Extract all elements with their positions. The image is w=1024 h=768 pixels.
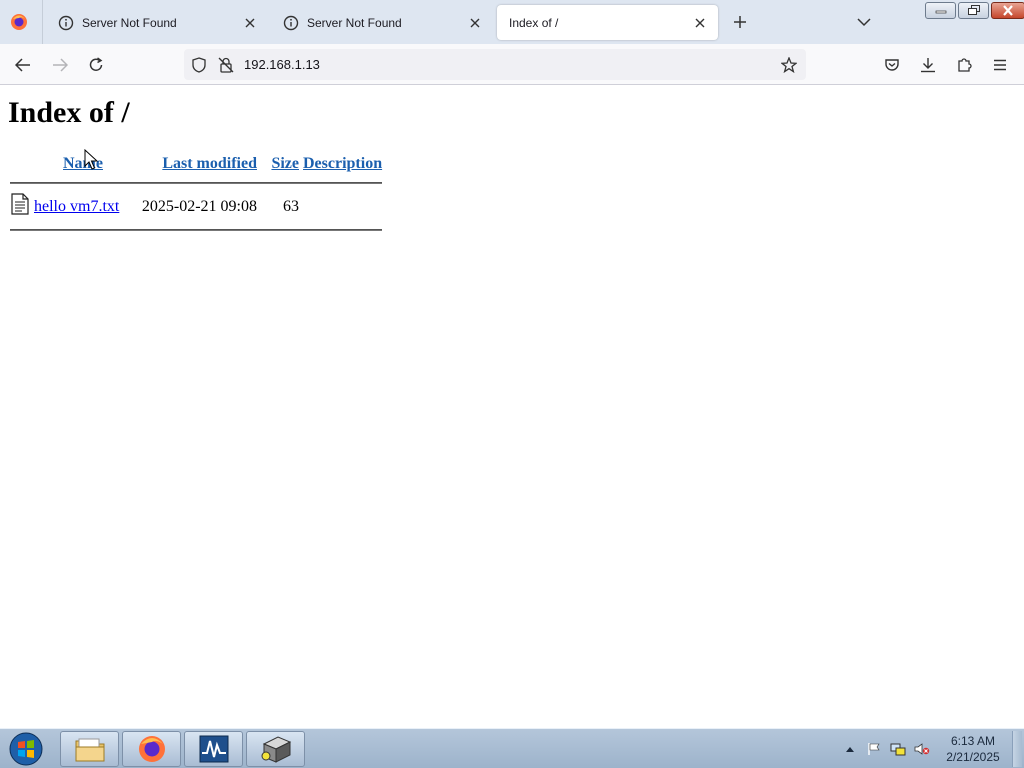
chevron-up-icon — [846, 747, 854, 752]
restore-button[interactable] — [958, 2, 989, 19]
plus-icon — [734, 16, 746, 28]
start-button[interactable] — [6, 731, 46, 767]
horizontal-rule — [10, 229, 383, 231]
close-icon[interactable] — [242, 15, 258, 31]
url-bar[interactable]: 192.168.1.13 — [184, 49, 806, 80]
tab-server-not-found-1[interactable]: Server Not Found — [46, 5, 268, 40]
activity-monitor-icon — [199, 735, 228, 763]
bookmark-star-icon[interactable] — [780, 56, 798, 74]
taskbar-disk-tool[interactable] — [246, 731, 305, 767]
firefox-icon[interactable] — [7, 10, 31, 34]
action-center-flag-icon[interactable] — [866, 741, 882, 757]
forward-button[interactable] — [47, 52, 73, 78]
taskbar-firefox[interactable] — [122, 731, 181, 767]
window-controls — [925, 2, 1024, 20]
icon-column-header — [8, 152, 32, 176]
info-icon — [58, 15, 74, 31]
size-column-header: Size — [259, 152, 301, 176]
file-link[interactable]: hello vm7.txt — [34, 198, 119, 215]
volume-muted-icon[interactable] — [914, 741, 930, 757]
taskbar: 6:13 AM 2/21/2025 — [0, 728, 1024, 768]
show-desktop-button[interactable] — [1012, 731, 1022, 767]
tab-strip: Server Not Found Server Not Found Index … — [0, 0, 1024, 44]
shield-icon[interactable] — [190, 56, 208, 74]
clock-time: 6:13 AM — [950, 734, 996, 748]
pocket-icon — [885, 59, 899, 71]
name-column-header: Name — [32, 152, 134, 176]
new-tab-button[interactable] — [728, 10, 752, 34]
taskbar-file-explorer[interactable] — [60, 731, 119, 767]
file-explorer-icon — [75, 738, 104, 762]
close-window-button[interactable] — [991, 2, 1024, 19]
table-header-row: Name Last modified Size Description — [8, 152, 384, 176]
directory-listing-table: Name Last modified Size Description hell… — [8, 152, 384, 237]
clock-date: 2/21/2025 — [946, 750, 1000, 764]
tab-separator — [42, 0, 43, 44]
footer-divider-row — [8, 223, 384, 237]
back-button[interactable] — [10, 52, 36, 78]
page-title: Index of / — [8, 96, 130, 129]
tab-server-not-found-2[interactable]: Server Not Found — [271, 5, 493, 40]
downloads-button[interactable] — [915, 52, 941, 78]
extensions-button[interactable] — [951, 52, 977, 78]
header-divider-row — [8, 176, 384, 190]
sort-by-description-link[interactable]: Description — [303, 155, 382, 172]
close-icon[interactable] — [467, 15, 483, 31]
sort-by-size-link[interactable]: Size — [271, 155, 299, 172]
tab-title: Server Not Found — [82, 15, 177, 30]
download-icon — [921, 58, 935, 73]
close-icon[interactable] — [692, 15, 708, 31]
reload-icon — [89, 57, 103, 71]
file-name-cell: hello vm7.txt — [32, 190, 134, 223]
horizontal-rule — [10, 182, 383, 184]
page-content: Index of / Name Last modified Size Descr… — [0, 86, 1024, 728]
system-tray — [842, 735, 930, 763]
show-hidden-icons-button[interactable] — [842, 741, 858, 757]
system-clock[interactable]: 6:13 AM 2/21/2025 — [940, 733, 1006, 765]
minimize-button[interactable] — [925, 2, 956, 19]
close-icon — [1003, 5, 1013, 16]
info-icon — [283, 15, 299, 31]
back-arrow-icon — [15, 58, 30, 72]
forward-arrow-icon — [53, 58, 68, 72]
reload-button[interactable] — [83, 52, 109, 78]
hamburger-menu-icon — [994, 59, 1006, 71]
tab-title: Index of / — [509, 15, 559, 30]
network-icon[interactable] — [890, 741, 906, 757]
sort-by-last-modified-link[interactable]: Last modified — [162, 155, 257, 172]
list-all-tabs-button[interactable] — [852, 10, 876, 34]
file-size: 63 — [283, 197, 299, 215]
tab-title: Server Not Found — [307, 15, 402, 30]
url-text: 192.168.1.13 — [244, 57, 320, 72]
pocket-button[interactable] — [879, 52, 905, 78]
mouse-pointer-icon — [84, 149, 98, 170]
file-description — [301, 190, 384, 223]
app-menu-button[interactable] — [987, 52, 1013, 78]
firefox-icon — [138, 736, 165, 762]
table-row: hello vm7.txt 2025-02-21 09:08 63 — [8, 190, 384, 223]
puzzle-icon — [958, 58, 972, 72]
disk-tool-icon — [261, 736, 291, 763]
taskbar-activity-monitor[interactable] — [184, 731, 243, 767]
last-modified-column-header: Last modified — [134, 152, 259, 176]
file-icon-cell — [8, 190, 32, 223]
text-file-icon — [11, 193, 29, 215]
navigation-toolbar: 192.168.1.13 — [0, 44, 1024, 85]
windows-start-orb-icon — [9, 732, 43, 766]
restore-icon — [967, 5, 980, 15]
lock-insecure-icon[interactable] — [217, 56, 235, 74]
chevron-down-icon — [857, 18, 871, 27]
tab-index-of[interactable]: Index of / — [497, 5, 718, 40]
description-column-header: Description — [301, 152, 384, 176]
file-last-modified: 2025-02-21 09:08 — [141, 197, 257, 215]
minimize-icon — [935, 10, 946, 13]
